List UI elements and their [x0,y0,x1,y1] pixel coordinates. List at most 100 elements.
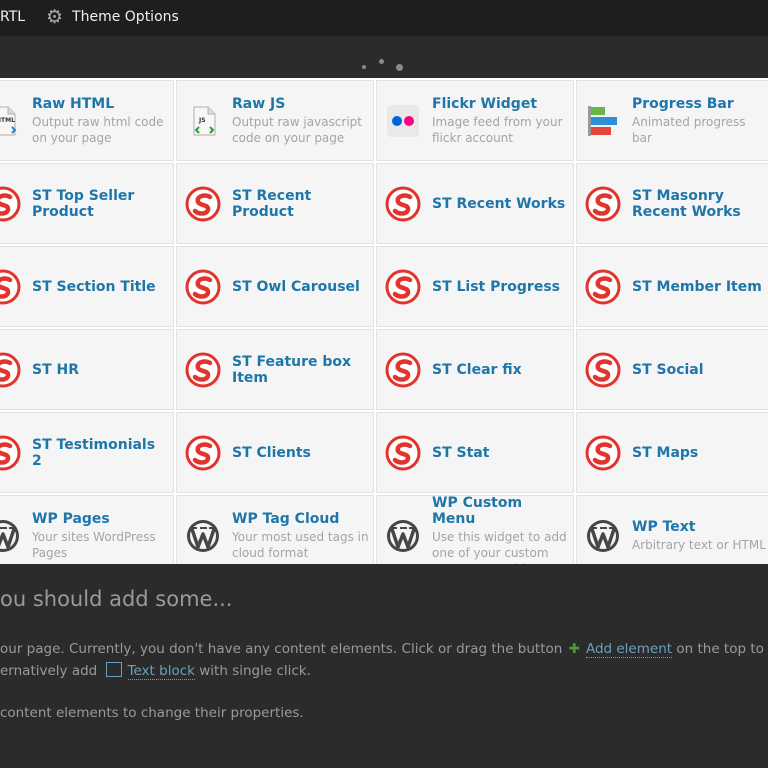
element-tile[interactable]: ST Recent Product [176,163,374,244]
line-text: our page. Currently, you don't have any … [0,641,563,657]
element-title: ST Owl Carousel [232,278,360,295]
element-title: ST Stat [432,444,490,461]
wordpress-icon [185,518,221,554]
empty-editor-line-2: ernatively add Text block with single cl… [0,662,311,680]
element-tile[interactable]: WP Pages Your sites WordPress Pages [0,495,174,564]
element-title: WP Pages [32,510,110,527]
element-tile[interactable]: ST Social [576,329,768,410]
admin-bar: RTL ⚙ Theme Options [0,0,768,36]
rtl-link[interactable]: RTL [0,9,25,25]
element-tile[interactable]: ST Clear fix [376,329,574,410]
element-text: ST Maps [632,445,768,461]
theme-options-link[interactable]: ⚙ Theme Options [46,7,179,27]
element-text: ST Clients [232,445,369,461]
st-logo-icon [385,186,421,222]
element-text: ST Section Title [32,279,169,295]
empty-editor-line-3: content elements to change their propert… [0,705,304,721]
element-tile[interactable]: WP Text Arbitrary text or HTML [576,495,768,564]
element-tile[interactable]: ST Testimonials 2 [0,412,174,493]
text-block-link[interactable]: Text block [127,663,195,680]
element-tile[interactable]: HTML Raw HTML Output raw html code on you… [0,80,174,161]
element-title: ST Clients [232,444,311,461]
element-tile[interactable]: ST Stat [376,412,574,493]
st-logo-icon [185,352,221,388]
element-text: WP Pages Your sites WordPress Pages [32,511,169,561]
element-description: Output raw html code on your page [32,114,164,145]
element-tile[interactable]: ST HR [0,329,174,410]
element-tile[interactable]: ST Top Seller Product [0,163,174,244]
element-text: ST Clear fix [432,362,569,378]
element-title: WP Custom Menu [432,495,523,527]
st-logo-icon [185,186,221,222]
element-tile[interactable]: ST Recent Works [376,163,574,244]
st-logo-icon [185,269,221,305]
element-description: Your sites WordPress Pages [32,529,156,560]
js-file-icon: JS [185,103,221,139]
st-logo-icon [0,352,21,388]
element-text: ST Feature box Item [232,354,369,386]
element-tile[interactable]: ST Member Item [576,246,768,327]
element-text: WP Text Arbitrary text or HTML [632,519,768,553]
element-text: ST Stat [432,445,569,461]
element-text: ST Recent Works [432,196,569,212]
element-text: WP Custom Menu Use this widget to add one… [432,495,569,564]
element-title: ST Feature box Item [232,353,352,386]
element-tile[interactable]: ST Owl Carousel [176,246,374,327]
element-description: Arbitrary text or HTML [632,537,766,552]
line-tail: with single click. [199,663,311,679]
element-description: Animated progress bar [632,114,746,145]
progress-bar-icon [585,103,621,139]
element-title: ST Recent Product [232,187,312,220]
loading-dot [396,64,403,71]
element-tile[interactable]: ST List Progress [376,246,574,327]
element-tile[interactable]: ST Section Title [0,246,174,327]
element-tile[interactable]: Flickr Widget Image feed from your flickr… [376,80,574,161]
element-tile[interactable]: ST Clients [176,412,374,493]
line-text: ernatively add [0,663,98,679]
st-logo-icon [585,269,621,305]
text-block-icon [105,662,122,677]
element-title: ST Testimonials 2 [32,436,156,469]
empty-editor-heading: ou should add some... [0,587,233,611]
element-title: WP Text [632,518,696,535]
st-logo-icon [385,352,421,388]
add-element-link[interactable]: Add element [585,641,673,658]
gear-icon: ⚙ [46,6,64,28]
element-tile[interactable]: WP Custom Menu Use this widget to add one… [376,495,574,564]
element-text: ST Social [632,362,768,378]
element-title: Raw JS [232,95,286,112]
st-logo-icon [585,352,621,388]
add-element-panel: HTML Raw HTML Output raw html code on you… [0,78,768,564]
element-title: ST Recent Works [432,195,566,212]
element-title: ST Section Title [32,278,156,295]
element-title: ST Masonry Recent Works [632,187,741,220]
st-logo-icon [0,186,21,222]
st-logo-icon [585,186,621,222]
wordpress-icon [0,518,21,554]
element-title: ST HR [32,361,80,378]
element-tile[interactable]: WP Tag Cloud Your most used tags in cloud… [176,495,374,564]
element-description: Your most used tags in cloud format [232,529,369,560]
element-text: WP Tag Cloud Your most used tags in cloud… [232,511,369,561]
element-title: ST List Progress [432,278,560,295]
element-text: Raw JS Output raw javascript code on your… [232,96,369,146]
element-text: ST List Progress [432,279,569,295]
loading-dot [362,65,366,69]
element-tile[interactable]: ST Maps [576,412,768,493]
element-title: ST Maps [632,444,699,461]
element-title: ST Social [632,361,704,378]
element-text: ST HR [32,362,169,378]
element-title: ST Top Seller Product [32,187,135,220]
element-grid: HTML Raw HTML Output raw html code on you… [0,80,768,564]
element-tile[interactable]: JS Raw JS Output raw javascript code on y… [176,80,374,161]
element-tile[interactable]: ST Feature box Item [176,329,374,410]
html-file-icon: HTML [0,103,21,139]
svg-text:HTML: HTML [0,117,15,124]
element-tile[interactable]: Progress Bar Animated progress bar [576,80,768,161]
st-logo-icon [0,435,21,471]
line-tail: on the top to ad [676,641,768,657]
element-text: Progress Bar Animated progress bar [632,96,768,146]
st-logo-icon [385,269,421,305]
element-text: Raw HTML Output raw html code on your pag… [32,96,169,146]
element-tile[interactable]: ST Masonry Recent Works [576,163,768,244]
